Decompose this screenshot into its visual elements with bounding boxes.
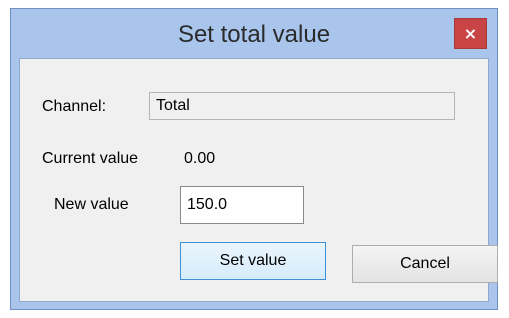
new-value-label: New value [54,196,129,213]
set-total-value-dialog: Set total value × Channel: Total Current… [10,8,498,310]
close-icon: × [463,24,478,43]
set-value-button[interactable]: Set value [180,242,326,280]
dialog-title: Set total value [177,21,331,48]
channel-label: Channel: [42,98,107,115]
dialog-content: Channel: Total Current value 0.00 New va… [19,58,498,302]
new-value-input[interactable] [180,186,304,224]
current-value-label: Current value [42,150,139,167]
current-value: 0.00 [184,150,216,167]
cancel-button[interactable]: Cancel [352,245,498,283]
close-button[interactable]: × [454,18,487,49]
channel-field: Total [149,92,455,120]
